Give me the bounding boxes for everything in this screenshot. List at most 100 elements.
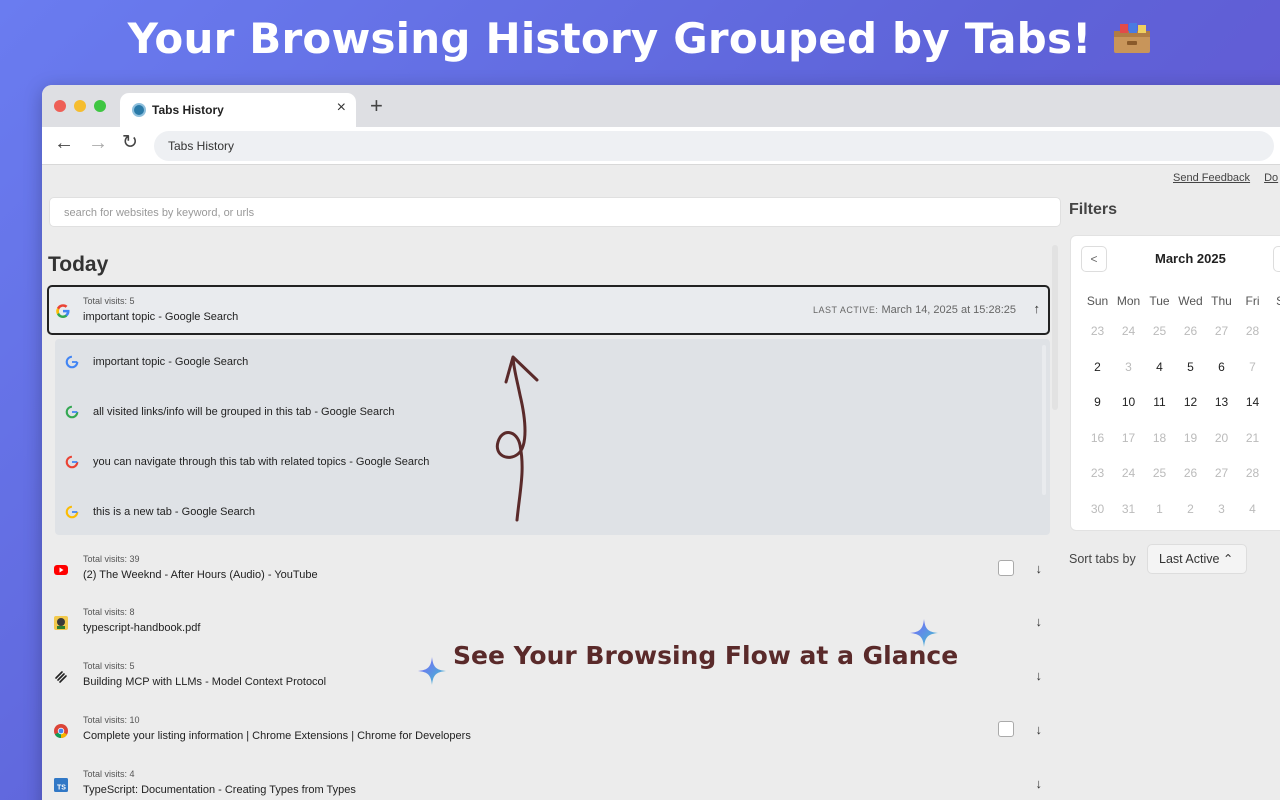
calendar-day[interactable]: 12 (1175, 385, 1206, 421)
calendar-day[interactable]: 2 (1175, 492, 1206, 528)
calendar-day[interactable]: 24 (1113, 456, 1144, 492)
sort-label: Sort tabs by (1069, 552, 1136, 566)
list-scrollbar[interactable] (1052, 245, 1058, 410)
calendar-day[interactable]: 27 (1206, 456, 1237, 492)
calendar-day[interactable]: 27 (1206, 314, 1237, 350)
sort-select[interactable]: Last Active ⌃ (1147, 544, 1247, 574)
table-row[interactable]: Total visits: 39 (2) The Weeknd - After … (47, 545, 1050, 597)
calendar-day[interactable]: 28 (1237, 456, 1268, 492)
calendar-week: 910111213141 (1082, 385, 1280, 421)
search-input[interactable]: search for websites by keyword, or urls (49, 197, 1061, 227)
calendar-day[interactable]: 31 (1113, 492, 1144, 528)
address-bar[interactable]: Tabs History (154, 131, 1274, 161)
close-tab-icon[interactable]: × (337, 99, 346, 117)
calendar-day[interactable]: 4 (1144, 350, 1175, 386)
row-title: Complete your listing information | Chro… (83, 730, 471, 742)
calendar-day[interactable]: 28 (1237, 314, 1268, 350)
calendar-day[interactable]: 20 (1206, 421, 1237, 457)
weekday-label: Sun (1086, 294, 1109, 308)
expand-arrow-icon[interactable]: ↓ (1036, 776, 1043, 791)
forward-arrow-icon[interactable]: → (88, 133, 108, 153)
calendar-day[interactable]: 4 (1237, 492, 1268, 528)
minimize-window-button[interactable] (74, 100, 86, 112)
open-external-icon[interactable] (998, 721, 1014, 737)
maximize-window-button[interactable] (94, 100, 106, 112)
expand-arrow-icon[interactable]: ↓ (1036, 614, 1043, 629)
calendar-day[interactable]: 26 (1175, 314, 1206, 350)
docs-link[interactable]: Do (1264, 172, 1278, 184)
promo-caption: See Your Browsing Flow at a Glance (453, 641, 959, 670)
calendar-day[interactable]: 13 (1206, 385, 1237, 421)
weekday-label: Thu (1211, 294, 1232, 308)
weekday-label: Fri (1245, 294, 1260, 308)
calendar-day[interactable]: 23 (1082, 456, 1113, 492)
calendar-day[interactable]: 2 (1082, 350, 1113, 386)
calendar-day[interactable]: 3 (1113, 350, 1144, 386)
send-feedback-link[interactable]: Send Feedback (1173, 172, 1250, 184)
calendar-day[interactable]: 16 (1082, 421, 1113, 457)
calendar-day[interactable]: 10 (1113, 385, 1144, 421)
calendar-day[interactable]: 19 (1175, 421, 1206, 457)
calendar-day[interactable]: 2 (1268, 456, 1280, 492)
calendar-day[interactable]: 30 (1082, 492, 1113, 528)
close-window-button[interactable] (54, 100, 66, 112)
list-item[interactable]: all visited links/info will be grouped i… (55, 389, 1050, 437)
calendar-day[interactable]: 9 (1082, 385, 1113, 421)
calendar-grid: SunMonTueWedThuFriSa 2324252627281234567… (1082, 294, 1280, 527)
browser-tab[interactable]: Tabs History × (120, 93, 356, 127)
back-arrow-icon[interactable]: ← (54, 133, 74, 153)
calendar-day[interactable]: 25 (1144, 314, 1175, 350)
list-item[interactable]: important topic - Google Search (55, 339, 1050, 387)
last-active-value: March 14, 2025 at 15:28:25 (881, 304, 1016, 316)
calendar-day[interactable]: 17 (1113, 421, 1144, 457)
calendar-day[interactable]: 21 (1237, 421, 1268, 457)
svg-text:TS: TS (57, 785, 66, 792)
calendar-week: 303112345 (1082, 492, 1280, 528)
calendar-day[interactable]: 2 (1268, 421, 1280, 457)
calendar-day[interactable]: 26 (1175, 456, 1206, 492)
weekday-label: Mon (1116, 294, 1141, 308)
title-bar: Tabs History × + (42, 85, 1280, 127)
calendar-day[interactable]: 5 (1268, 492, 1280, 528)
expand-arrow-icon[interactable]: ↓ (1036, 722, 1043, 737)
calendar-day[interactable]: 8 (1268, 350, 1280, 386)
calendar-day[interactable]: 1 (1268, 385, 1280, 421)
expand-arrow-icon[interactable]: ↓ (1036, 561, 1043, 576)
calendar-day[interactable]: 6 (1206, 350, 1237, 386)
mcp-icon (55, 671, 67, 683)
row-title: important topic - Google Search (83, 311, 239, 323)
calendar-day[interactable]: 1 (1144, 492, 1175, 528)
list-item[interactable]: you can navigate through this tab with r… (55, 439, 1050, 487)
table-row[interactable]: TS Total visits: 4 TypeScript: Documenta… (47, 760, 1050, 800)
new-tab-button[interactable]: + (370, 95, 383, 117)
hand-drawn-arrow-icon (495, 355, 539, 522)
collapse-arrow-icon[interactable]: ↑ (1034, 301, 1041, 316)
expand-arrow-icon[interactable]: ↓ (1036, 668, 1043, 683)
open-external-icon[interactable] (998, 560, 1014, 576)
promo-headline: Your Browsing History Grouped by Tabs! (0, 14, 1280, 63)
google-icon (65, 505, 79, 519)
visit-count: Total visits: 39 (83, 554, 140, 564)
visit-count: Total visits: 5 (83, 661, 135, 671)
calendar-day[interactable]: 23 (1082, 314, 1113, 350)
calendar-day[interactable]: 14 (1237, 385, 1268, 421)
calendar-day[interactable]: 3 (1206, 492, 1237, 528)
children-scrollbar[interactable] (1042, 345, 1046, 495)
table-row[interactable]: Total visits: 10 Complete your listing i… (47, 706, 1050, 758)
calendar-day[interactable]: 18 (1144, 421, 1175, 457)
row-title: typescript-handbook.pdf (83, 622, 201, 634)
list-item[interactable]: this is a new tab - Google Search (55, 489, 1050, 537)
calendar-day[interactable]: 25 (1144, 456, 1175, 492)
calendar-day[interactable]: 24 (1113, 314, 1144, 350)
calendar-day[interactable]: 7 (1237, 350, 1268, 386)
next-month-button[interactable] (1273, 246, 1280, 272)
expanded-tab-row[interactable]: Total visits: 5 important topic - Google… (47, 285, 1050, 335)
reload-icon[interactable]: ↻ (122, 133, 138, 152)
calendar-day[interactable]: 11 (1144, 385, 1175, 421)
calendar-day[interactable]: 5 (1175, 350, 1206, 386)
prev-month-button[interactable]: < (1081, 246, 1107, 272)
row-title: (2) The Weeknd - After Hours (Audio) - Y… (83, 569, 318, 581)
calendar-day[interactable]: 1 (1268, 314, 1280, 350)
visit-count: Total visits: 8 (83, 607, 135, 617)
list-item-title: all visited links/info will be grouped i… (93, 406, 395, 418)
